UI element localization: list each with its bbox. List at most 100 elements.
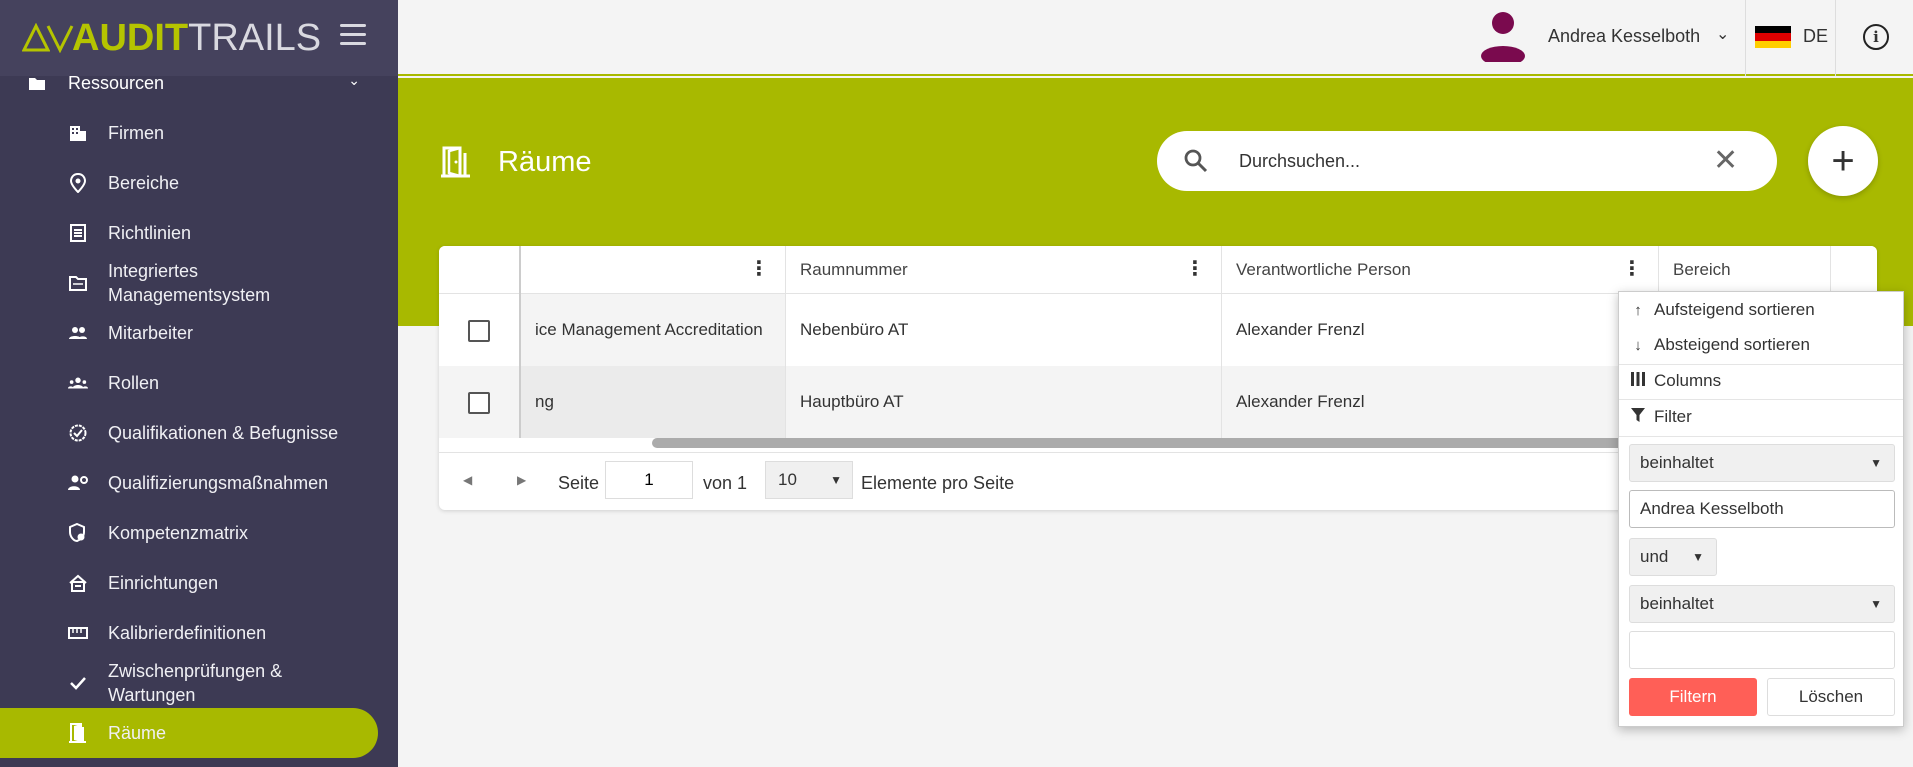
row-checkbox[interactable] xyxy=(468,392,490,414)
filter-operator-select-2[interactable]: beinhaltet ▼ xyxy=(1629,585,1895,623)
arrow-down-icon: ↓ xyxy=(1634,336,1642,354)
app-logo[interactable]: AUDIT TRAILS xyxy=(22,17,321,60)
location-pin-icon xyxy=(68,173,88,193)
sidebar-item-zwischenpruefungen[interactable]: Zwischenprüfungen & Wartungen xyxy=(0,658,398,708)
sidebar-item-label: Firmen xyxy=(108,123,165,143)
filter-operator-value: beinhaltet xyxy=(1640,453,1714,472)
first-page-icon[interactable]: ◀ xyxy=(463,473,472,487)
group-icon xyxy=(68,373,88,393)
search-icon xyxy=(1184,149,1208,173)
filter-join-select[interactable]: und ▼ xyxy=(1629,538,1717,576)
top-bar: Andrea Kesselboth ⌄ DE i xyxy=(398,0,1913,76)
sidebar-item-mitarbeiter[interactable]: Mitarbeiter xyxy=(0,318,398,348)
language-label[interactable]: DE xyxy=(1803,26,1828,47)
menu-item-sort-ascending[interactable]: ↑ Aufsteigend sortieren xyxy=(1619,293,1903,327)
sidebar-item-qualifikationen[interactable]: Qualifikationen & Befugnisse xyxy=(0,418,398,448)
page-label: Seite xyxy=(558,473,600,493)
columns-icon xyxy=(1631,372,1645,390)
clear-search-icon[interactable]: ✕ xyxy=(1713,143,1738,178)
page-total-label: von 1 xyxy=(703,473,748,493)
sidebar-item-label: Qualifikationen & Befugnisse xyxy=(108,423,339,443)
search-input[interactable] xyxy=(1239,145,1679,177)
search-bar: ✕ xyxy=(1157,131,1777,191)
column-menu-icon[interactable]: ⋮ xyxy=(1185,259,1205,279)
building-icon xyxy=(68,123,88,143)
column-header-label: Raumnummer xyxy=(800,260,908,279)
caret-down-icon: ▼ xyxy=(1692,550,1704,564)
table-cell: ng xyxy=(521,366,786,438)
sidebar-item-integriertes-managementsystem[interactable]: Integriertes Managementsystem xyxy=(0,258,398,308)
column-header-label: Verantwortliche Person xyxy=(1236,260,1411,279)
column-header-name[interactable]: ⋮ xyxy=(521,246,786,294)
menu-item-label: Aufsteigend sortieren xyxy=(1654,300,1815,319)
caret-down-icon: ▼ xyxy=(1870,456,1882,470)
sidebar-item-raeume[interactable]: Räume xyxy=(0,708,378,758)
info-icon[interactable]: i xyxy=(1863,24,1889,50)
user-name[interactable]: Andrea Kesselboth xyxy=(1548,26,1700,47)
menu-item-filter[interactable]: Filter xyxy=(1619,400,1903,434)
filter-icon xyxy=(1631,408,1645,426)
chevron-down-icon: ⌄ xyxy=(348,72,360,88)
sidebar-item-label: Richtlinien xyxy=(108,223,192,243)
menu-item-label: Columns xyxy=(1654,371,1722,390)
ruler-icon xyxy=(68,623,88,643)
filter-value-input[interactable] xyxy=(1629,490,1895,528)
column-menu-icon[interactable]: ⋮ xyxy=(1622,259,1642,279)
sidebar-item-label: Bereiche xyxy=(108,173,180,193)
page-size-label: Elemente pro Seite xyxy=(861,473,1015,493)
caret-down-icon: ▼ xyxy=(830,473,842,487)
sidebar-item-kompetenzmatrix[interactable]: Kompetenzmatrix xyxy=(0,518,398,548)
column-header-verantwortliche-person[interactable]: Verantwortliche Person ⋮ xyxy=(1222,246,1659,294)
avatar[interactable] xyxy=(1480,10,1526,62)
logo-text-audit: AUDIT xyxy=(72,16,189,59)
folder-icon xyxy=(29,78,45,90)
badge-check-icon xyxy=(68,423,88,443)
divider xyxy=(1835,0,1836,76)
folder-icon xyxy=(68,273,88,293)
row-checkbox[interactable] xyxy=(468,320,490,342)
sidebar-item-rollen[interactable]: Rollen xyxy=(0,368,398,398)
filter-operator-select[interactable]: beinhaltet ▼ xyxy=(1629,444,1895,482)
divider xyxy=(1745,0,1746,76)
german-flag-icon[interactable] xyxy=(1755,26,1791,48)
table-cell: Alexander Frenzl xyxy=(1222,366,1659,438)
sidebar-item-label: Rollen xyxy=(108,373,160,393)
sidebar-item-label: Kalibrierdefinitionen xyxy=(108,623,267,643)
sidebar-group-ressourcen[interactable]: Ressourcen ⌄ xyxy=(0,70,398,96)
sidebar-item-kalibrierdefinitionen[interactable]: Kalibrierdefinitionen xyxy=(0,618,398,648)
page-size-select[interactable]: 10 ▼ xyxy=(765,461,853,499)
table-cell: Nebenbüro AT xyxy=(786,294,1222,366)
filter-join-value: und xyxy=(1640,547,1669,566)
column-header-label: Bereich xyxy=(1673,260,1731,279)
column-menu-icon[interactable]: ⋮ xyxy=(749,259,769,279)
menu-item-sort-descending[interactable]: ↓ Absteigend sortieren xyxy=(1619,328,1903,362)
add-button[interactable]: + xyxy=(1808,126,1878,196)
table-cell-select xyxy=(439,366,521,438)
door-icon xyxy=(68,723,88,743)
next-page-icon[interactable]: ▶ xyxy=(517,473,526,487)
filter-value-input-2[interactable] xyxy=(1629,631,1895,669)
filter-apply-button[interactable]: Filtern xyxy=(1629,678,1757,716)
logo-text-trails: TRAILS xyxy=(188,16,322,59)
table-cell: Alexander Frenzl xyxy=(1222,294,1659,366)
filter-clear-button[interactable]: Löschen xyxy=(1767,678,1895,716)
sidebar-item-einrichtungen[interactable]: Einrichtungen xyxy=(0,568,398,598)
column-header-bereich[interactable]: Bereich xyxy=(1659,246,1831,294)
sidebar-item-bereiche[interactable]: Bereiche xyxy=(0,168,398,198)
chevron-down-icon[interactable]: ⌄ xyxy=(1716,24,1729,44)
shield-gear-icon xyxy=(68,523,88,543)
page-size-value: 10 xyxy=(778,470,797,489)
sidebar-item-label: Kompetenzmatrix xyxy=(108,523,249,543)
sidebar-item-label: Zwischenprüfungen & Wartungen xyxy=(108,661,283,705)
filter-operator-value: beinhaltet xyxy=(1640,594,1714,613)
horizontal-scrollbar[interactable] xyxy=(652,438,1652,448)
menu-item-columns[interactable]: Columns xyxy=(1619,364,1903,398)
plus-icon: + xyxy=(1831,138,1855,183)
sidebar-item-richtlinien[interactable]: Richtlinien xyxy=(0,218,398,248)
table-cell: Hauptbüro AT xyxy=(786,366,1222,438)
page-number-input[interactable] xyxy=(605,461,693,499)
sidebar-item-qualifizierungsmassnahmen[interactable]: Qualifizierungsmaßnahmen xyxy=(0,468,398,498)
column-header-raumnummer[interactable]: Raumnummer ⋮ xyxy=(786,246,1222,294)
hamburger-menu-icon[interactable] xyxy=(340,24,366,46)
sidebar-item-firmen[interactable]: Firmen xyxy=(0,118,398,148)
